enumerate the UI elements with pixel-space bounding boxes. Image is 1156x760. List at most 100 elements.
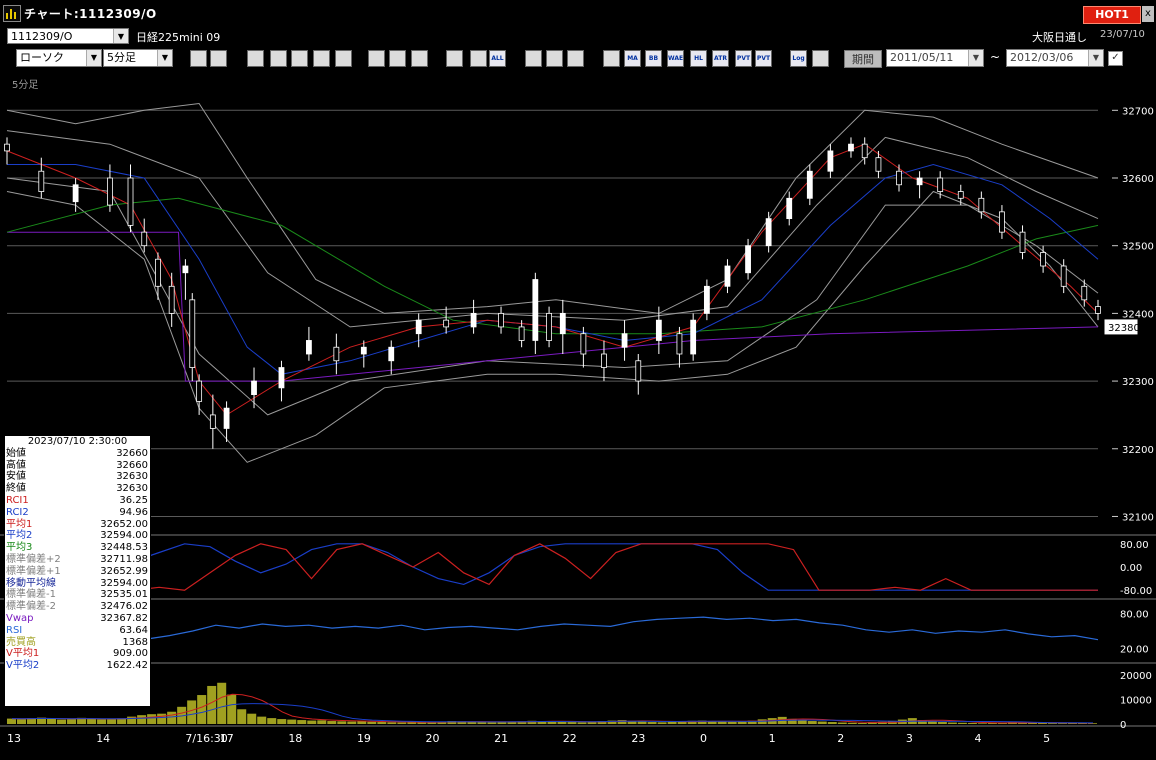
info-key: 始値 (6, 447, 26, 459)
bar-style-icon[interactable] (210, 50, 227, 67)
range-separator: ~ (990, 50, 1001, 64)
candle-body (786, 197, 793, 220)
pvt-icon[interactable]: PVT (735, 50, 752, 67)
candle-body (1095, 306, 1101, 314)
title-bar: チャート:1112309/O HOT1 x (0, 0, 1156, 26)
info-value: 32367.82 (100, 612, 148, 624)
ma-icon[interactable]: MA (624, 50, 641, 67)
volume-bar (667, 721, 677, 724)
candle-body (1060, 265, 1067, 287)
volume-bar (137, 715, 147, 724)
info-value: 32594.00 (100, 530, 148, 542)
volume-bar (657, 722, 667, 724)
volume-bar (147, 714, 157, 724)
wrench-icon[interactable] (546, 50, 563, 67)
volume-bar (227, 694, 237, 724)
calendar-icon: ▼ (1088, 50, 1103, 66)
pvt2-icon[interactable]: PVT (755, 50, 772, 67)
volume-bar (197, 695, 207, 724)
chart-area[interactable]: 32700 32600 32500 3 2 4 0 0 32300 32200 32100 5分足 32… (0, 72, 1156, 760)
hot-button[interactable]: HOT1 (1083, 6, 1141, 24)
info-value: 32652.99 (100, 565, 148, 577)
cursor-icon[interactable] (389, 50, 406, 67)
download-icon[interactable] (247, 50, 264, 67)
pencil-icon[interactable] (368, 50, 385, 67)
info-key: 高値 (6, 459, 26, 471)
chart-new-icon[interactable] (291, 50, 308, 67)
vol-icon[interactable] (603, 50, 620, 67)
price-tick-label: 32700 (1122, 106, 1154, 117)
date-from-field[interactable]: 2011/05/11 ▼ (886, 49, 984, 67)
time-axis-label: 23 (631, 732, 645, 745)
period-button[interactable]: 期間 (844, 50, 882, 68)
symbol-value: 1112309/O (11, 30, 73, 43)
candle-body (957, 191, 964, 199)
time-axis-label: 14 (96, 732, 110, 745)
volume-bar (577, 722, 587, 724)
info-value: 32652.00 (100, 518, 148, 530)
hl-icon[interactable]: HL (690, 50, 707, 67)
volume-bar (97, 719, 107, 724)
info-key: 安値 (6, 471, 26, 483)
export-icon[interactable] (812, 50, 829, 67)
candle-body (251, 380, 257, 396)
left-icon[interactable] (446, 50, 463, 67)
atr-icon[interactable]: ATR (712, 50, 729, 67)
rci-tick-label: -80.00 (1120, 586, 1152, 597)
volume-bar (57, 719, 67, 724)
info-row: Vwap 32367.82 (5, 613, 150, 625)
panel-title: 5分足 (12, 79, 38, 91)
candle-body (209, 414, 216, 429)
chart-svg[interactable]: 32700 32600 32500 3 2 4 0 0 32300 32200 32100 5分足 32… (0, 72, 1156, 760)
candle-body (443, 319, 450, 328)
right-icon[interactable] (470, 50, 487, 67)
rsi-tick-label: 80.00 (1120, 610, 1149, 621)
candle-body (388, 346, 395, 362)
chart-type-value: ローソク (20, 51, 64, 64)
volume-bar (1057, 723, 1067, 724)
chart-type-select[interactable]: ローソク ▼ (16, 49, 102, 67)
close-button[interactable]: x (1142, 6, 1154, 22)
candle-body (861, 143, 868, 159)
info-value: 1622.42 (106, 660, 148, 672)
candle-body (360, 346, 367, 355)
range-checkbox[interactable]: ✓ (1108, 51, 1123, 66)
wae-icon[interactable]: WAE (667, 50, 684, 67)
candle-body (690, 319, 697, 355)
info-rows: 始値 32660 高値 32660 安値 32630 終値 32630 RCI1 36.25 RCI… (5, 448, 150, 672)
volume-bar (947, 722, 957, 724)
volume-bar (237, 709, 247, 724)
palette-icon[interactable] (567, 50, 584, 67)
bb-icon[interactable]: BB (645, 50, 662, 67)
info-key: 平均3 (6, 542, 33, 554)
price-tick-label: 32600 (1122, 174, 1154, 185)
price-tick-label: 32200 (1122, 445, 1154, 456)
price-tick-label: 32300 (1122, 377, 1154, 388)
time-axis-label: 22 (563, 732, 577, 745)
symbol-select[interactable]: 1112309/O ▼ (7, 28, 129, 44)
candle-body (765, 218, 772, 247)
symbol-bar: 1112309/O ▼ 日経225mini 09 大阪日通し 23/07/10 (0, 26, 1156, 46)
candle-body (532, 279, 539, 341)
info-row: V平均1 909.00 (5, 648, 150, 660)
volume-bar (217, 682, 227, 724)
zoom-icon[interactable] (190, 50, 207, 67)
lock-icon[interactable] (335, 50, 352, 67)
undo-icon[interactable] (411, 50, 428, 67)
info-row: 始値 32660 (5, 448, 150, 460)
date-from-value: 2011/05/11 (890, 51, 954, 64)
all-icon[interactable]: ALL (489, 50, 506, 67)
info-row: RCI2 94.96 (5, 507, 150, 519)
info-row: 標準偏差+2 32711.98 (5, 554, 150, 566)
info-key: RSI (6, 624, 23, 636)
gear-icon[interactable] (525, 50, 542, 67)
chart-swap-icon[interactable] (313, 50, 330, 67)
info-value: 1368 (122, 636, 148, 648)
log-icon[interactable]: Log (790, 50, 807, 67)
chevron-down-icon: ▼ (86, 50, 101, 66)
price-tick-label: 32500 (1122, 242, 1154, 253)
period-select[interactable]: 5分足 ▼ (103, 49, 173, 67)
reload-icon[interactable] (270, 50, 287, 67)
time-axis-label: 20 (426, 732, 440, 745)
date-to-field[interactable]: 2012/03/06 ▼ (1006, 49, 1104, 67)
